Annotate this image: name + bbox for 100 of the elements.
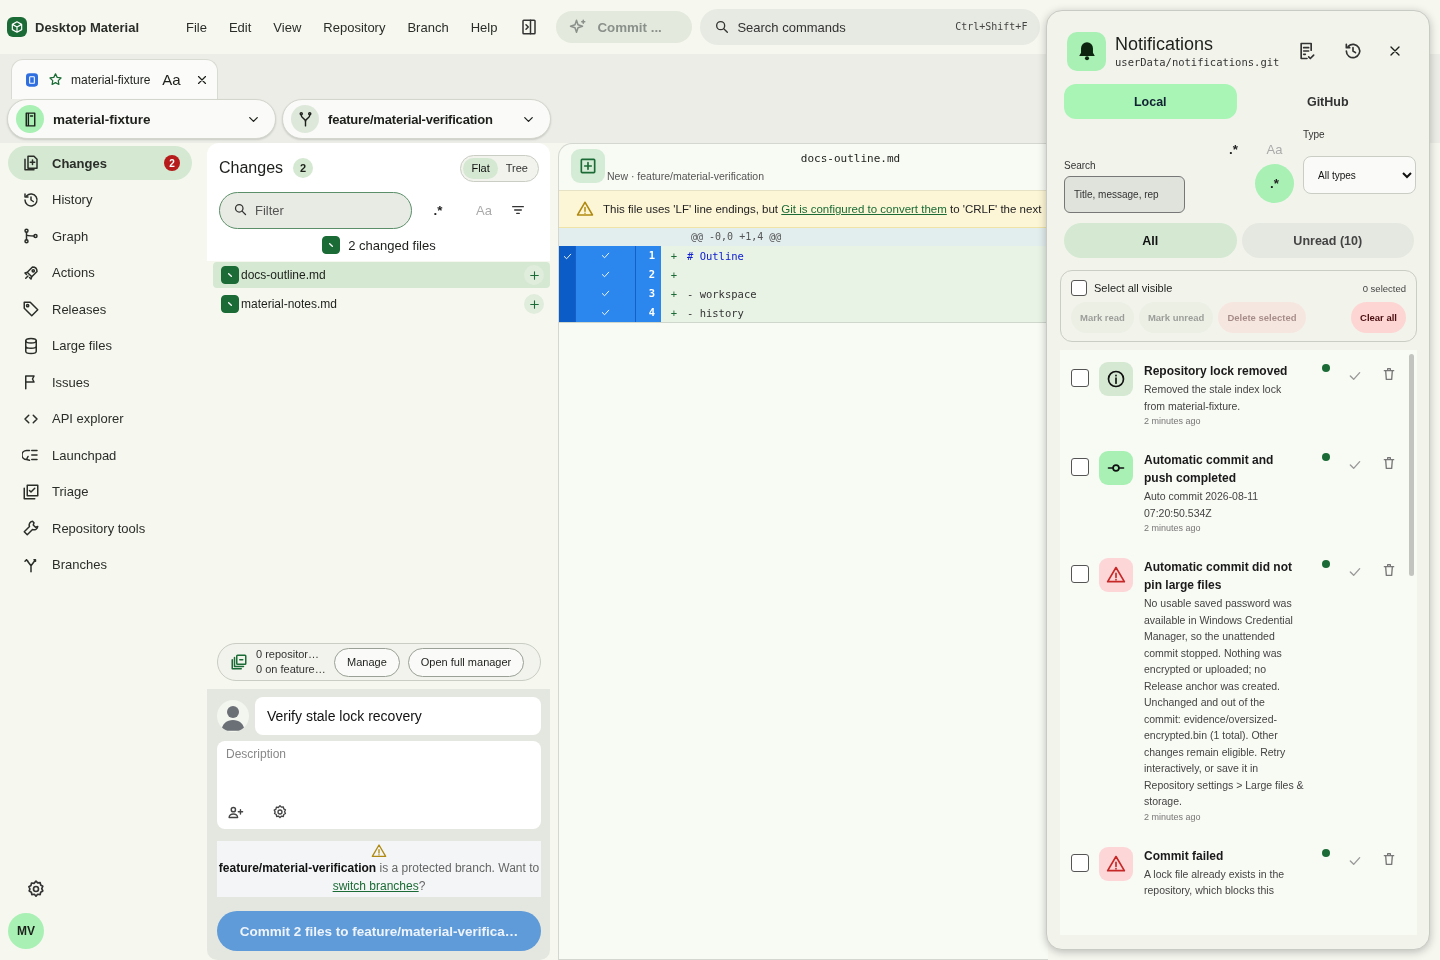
checkbox[interactable]	[1071, 369, 1089, 387]
regex-toggle[interactable]: .*	[1216, 135, 1251, 163]
panel-title: Notifications	[1115, 34, 1215, 55]
graph-icon	[22, 227, 40, 245]
notification-message: Removed the stale index lock from material-fixture.	[1144, 382, 1283, 414]
repository-icon	[24, 71, 40, 88]
sidebar-item[interactable]: Releases	[8, 292, 192, 326]
regex-toggle[interactable]: .*	[418, 196, 458, 224]
sidebar-item[interactable]: Repository tools	[8, 511, 192, 545]
menu-item[interactable]: View	[262, 13, 313, 41]
add-coauthor-icon[interactable]	[227, 804, 244, 821]
sidebar-item[interactable]: Large files	[8, 328, 192, 363]
checkbox[interactable]	[1071, 458, 1089, 476]
panel-toggle-button[interactable]	[520, 18, 539, 36]
history-icon	[22, 190, 40, 209]
sidebar-item[interactable]: Changes 2	[8, 146, 192, 180]
delete-icon[interactable]	[1381, 562, 1397, 578]
delete-icon[interactable]	[1381, 850, 1397, 867]
menu-item[interactable]: Edit	[217, 13, 263, 41]
notification-message: A lock file already exists in the repository, which blocks this	[1144, 866, 1286, 898]
plus-icon	[527, 268, 541, 282]
search-field[interactable]: Title, message, rep	[1064, 176, 1185, 213]
checkbox[interactable]	[1071, 853, 1089, 872]
sidebar-item[interactable]: Graph	[8, 219, 192, 253]
notification-title: Automatic commit and push completed	[1144, 452, 1275, 487]
info-icon	[1106, 369, 1126, 389]
checklist-icon[interactable]	[1297, 41, 1317, 61]
file-row[interactable]: docs-outline.md	[213, 262, 550, 288]
line-number: 2	[635, 265, 661, 284]
warning-icon	[1106, 853, 1126, 874]
view-mode-option[interactable]: Flat	[463, 157, 498, 179]
checkbox[interactable]	[1071, 565, 1089, 583]
check-icon	[600, 307, 611, 318]
sidebar-item[interactable]: API explorer	[8, 401, 192, 436]
app-title: Desktop Material	[35, 19, 141, 35]
menu-item[interactable]: Help	[459, 13, 509, 41]
settings-icon[interactable]	[26, 879, 46, 899]
database-icon	[22, 336, 40, 355]
sidebar-item[interactable]: Actions	[8, 255, 192, 290]
checkbox[interactable]	[322, 236, 341, 254]
timestamp: 2 minutes ago	[1144, 416, 1202, 426]
sidebar-item[interactable]: History	[8, 182, 192, 217]
source-tab[interactable]: Local	[1064, 84, 1237, 119]
settings-icon[interactable]	[272, 804, 288, 820]
filter-tab[interactable]: Unread (10)	[1241, 223, 1414, 258]
action-button[interactable]: Clear all	[1351, 302, 1406, 333]
branch-selector[interactable]: feature/material-verification	[282, 99, 551, 139]
line-number: 1	[635, 246, 661, 265]
search-icon	[714, 19, 731, 35]
manager-button[interactable]: Manage	[334, 647, 400, 677]
notification-title: Commit failed	[1144, 847, 1225, 865]
protected-branch-warning: feature/material-verification is a protected branch. Want to switch branches?	[217, 860, 541, 895]
commit-summary-field[interactable]: Verify stale lock recovery	[255, 697, 541, 735]
delete-icon[interactable]	[1381, 366, 1397, 382]
menu-item[interactable]: Branch	[396, 13, 460, 41]
filter-field[interactable]: Filter	[219, 191, 412, 229]
diff-marker: +	[669, 306, 679, 319]
hunk-header: @@ -0,0 +1,4 @@	[559, 228, 1048, 246]
user-avatar[interactable]: MV	[8, 913, 44, 949]
check-icon	[561, 251, 573, 262]
line-checkbox[interactable]	[575, 246, 635, 265]
history-icon[interactable]	[1343, 41, 1363, 61]
scrollbar-thumb[interactable]	[1409, 354, 1414, 576]
checkbox[interactable]	[1071, 280, 1087, 296]
checked-stack-icon	[22, 482, 40, 501]
code-line: # Outline	[687, 249, 744, 262]
search-label: Search	[1064, 160, 1097, 171]
description-field[interactable]: Description	[217, 741, 541, 829]
menu-item[interactable]: Repository	[312, 13, 397, 41]
line-checkbox[interactable]	[575, 303, 635, 322]
filter-tab[interactable]: All	[1064, 223, 1237, 258]
large-files-status: 0 on feature…	[256, 662, 326, 677]
sidebar-item[interactable]: Launchpad	[8, 438, 192, 472]
delete-icon[interactable]	[1381, 455, 1397, 471]
add-button[interactable]	[524, 265, 544, 285]
star-icon[interactable]	[48, 72, 63, 87]
repository-tab[interactable]: material-fixture Aa	[11, 59, 218, 99]
source-tab[interactable]: GitHub	[1241, 84, 1414, 119]
repository-path: userData/notifications.git	[1115, 56, 1281, 68]
warning-icon	[576, 200, 594, 218]
switch-branches-link[interactable]: switch branches	[332, 879, 419, 893]
manager-button[interactable]: Open full manager	[407, 647, 525, 677]
sidebar-item[interactable]: Branches	[8, 547, 192, 582]
menu-item[interactable]: File	[175, 13, 218, 41]
regex-toggle[interactable]: .*	[1255, 163, 1294, 203]
tick-mark-icon	[228, 302, 232, 306]
git-config-link[interactable]: Git is configured to convert them	[781, 203, 947, 215]
view-mode-option[interactable]: Tree	[497, 157, 536, 179]
repository-selector[interactable]: material-fixture	[7, 99, 276, 139]
line-number: 3	[635, 284, 661, 303]
sidebar-item[interactable]: Triage	[8, 474, 192, 509]
sparkle-icon	[569, 18, 588, 36]
changed-files-label: 2 changed files	[348, 237, 436, 253]
hunk-checkbox[interactable]	[559, 246, 575, 322]
type-dropdown[interactable]: All types	[1303, 156, 1416, 194]
add-button[interactable]	[524, 294, 544, 314]
shortcut-hint: Ctrl+Shift+F	[955, 21, 1028, 32]
sidebar-item[interactable]: Issues	[8, 365, 192, 399]
file-row[interactable]: material-notes.md	[213, 291, 550, 317]
panel-title: Changes	[219, 159, 284, 177]
